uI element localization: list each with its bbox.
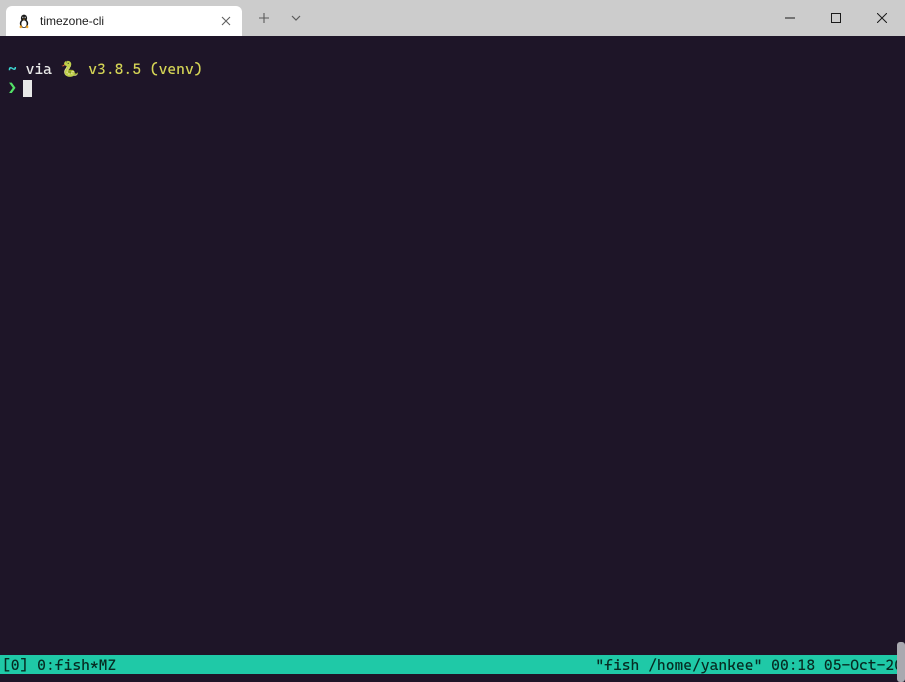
scrollbar[interactable]	[897, 642, 905, 682]
prompt-input-line[interactable]: ❯	[8, 79, 897, 98]
minimize-button[interactable]	[767, 2, 813, 34]
terminal-content: ~ via 🐍 v3.8.5 (venv) ❯	[0, 36, 905, 106]
prompt-venv: (venv)	[150, 60, 203, 78]
prompt-python-version: v3.8.5	[88, 60, 141, 78]
terminal-area[interactable]: ~ via 🐍 v3.8.5 (venv) ❯ [0] 0:fish*MZ "f…	[0, 36, 905, 682]
tab-title: timezone-cli	[40, 14, 218, 28]
status-right: "fish /home/yankee" 00:18 05-Oct-20	[595, 656, 903, 674]
titlebar: timezone-cli	[0, 0, 905, 36]
maximize-button[interactable]	[813, 2, 859, 34]
tab-close-button[interactable]	[218, 13, 234, 29]
prompt-line: ~ via 🐍 v3.8.5 (venv)	[8, 60, 897, 79]
cursor	[23, 80, 32, 97]
prompt-arrow-icon: ❯	[8, 79, 17, 98]
tux-icon	[16, 13, 32, 29]
tmux-status-bar: [0] 0:fish*MZ "fish /home/yankee" 00:18 …	[0, 655, 905, 674]
new-tab-button[interactable]	[250, 4, 278, 32]
prompt-via: via	[26, 60, 52, 78]
window-controls	[767, 0, 905, 36]
prompt-cwd: ~	[8, 60, 17, 78]
tab-area: timezone-cli	[0, 0, 310, 36]
python-icon: 🐍	[61, 60, 80, 78]
terminal-window: timezone-cli	[0, 0, 905, 682]
tab-dropdown-button[interactable]	[282, 4, 310, 32]
tab-active[interactable]: timezone-cli	[6, 6, 242, 36]
close-button[interactable]	[859, 2, 905, 34]
status-left: [0] 0:fish*MZ	[2, 656, 116, 674]
